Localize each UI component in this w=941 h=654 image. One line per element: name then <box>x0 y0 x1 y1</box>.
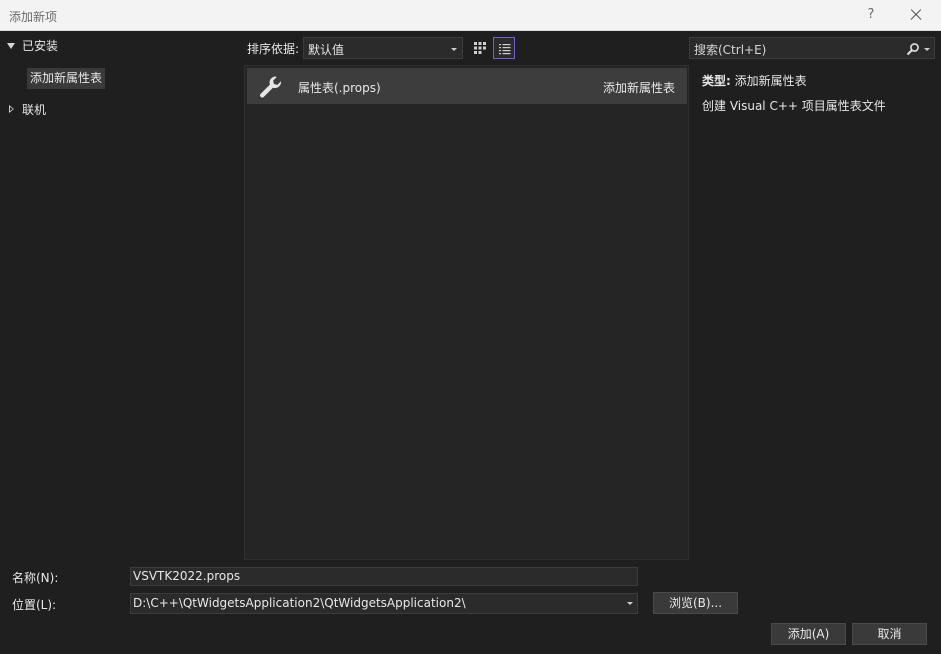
details-pane: 类型: 添加新属性表 创建 Visual C++ 项目属性表文件 <box>689 65 941 560</box>
tree-item-add-property-sheet[interactable]: 添加新属性表 <box>27 68 106 89</box>
name-label: 名称(N): <box>12 571 59 585</box>
name-value: VSVTK2022.props <box>133 569 241 583</box>
window-title: 添加新项 <box>9 10 58 24</box>
browse-button[interactable]: 浏览(B)... <box>653 592 738 614</box>
expand-arrow-icon[interactable] <box>6 41 16 51</box>
list-view-button[interactable] <box>493 37 515 59</box>
template-category: 添加新属性表 <box>602 81 675 95</box>
template-list: 属性表(.props) 添加新属性表 <box>244 65 689 560</box>
tree-item-online[interactable]: 联机 <box>22 99 46 121</box>
search-input[interactable]: 搜索(Ctrl+E) <box>689 37 935 59</box>
location-label: 位置(L): <box>12 598 57 612</box>
grid-view-icon <box>474 42 486 54</box>
tree-item-installed[interactable]: 已安装 <box>22 35 58 57</box>
list-view-icon <box>499 44 511 55</box>
sort-label: 排序依据: <box>247 42 300 56</box>
location-chevron-down-icon[interactable] <box>627 602 633 605</box>
form-area: 名称(N): VSVTK2022.props 位置(L): D:\C++\QtW… <box>0 560 941 654</box>
sort-value: 默认值 <box>308 43 345 57</box>
help-button[interactable]: ? <box>862 6 880 24</box>
title-bar: 添加新项 ? <box>0 0 941 31</box>
search-options-chevron-icon[interactable] <box>924 48 930 51</box>
location-field[interactable]: D:\C++\QtWidgetsApplication2\QtWidgetsAp… <box>130 593 638 614</box>
cancel-button[interactable]: 取消 <box>852 623 927 645</box>
template-name: 属性表(.props) <box>298 81 381 95</box>
location-value: D:\C++\QtWidgetsApplication2\QtWidgetsAp… <box>133 596 466 610</box>
wrench-icon <box>260 76 282 98</box>
type-label: 类型: <box>702 74 731 88</box>
chevron-down-icon <box>451 48 457 51</box>
close-icon[interactable] <box>905 5 927 25</box>
type-value: 添加新属性表 <box>734 74 807 88</box>
add-button[interactable]: 添加(A) <box>771 623 846 645</box>
template-description: 创建 Visual C++ 项目属性表文件 <box>702 99 886 113</box>
collapse-arrow-icon[interactable] <box>6 105 16 115</box>
name-field[interactable]: VSVTK2022.props <box>130 567 638 586</box>
sort-dropdown[interactable]: 默认值 <box>303 37 463 59</box>
search-icon[interactable] <box>906 42 920 56</box>
template-row[interactable]: 属性表(.props) 添加新属性表 <box>247 68 687 104</box>
search-placeholder: 搜索(Ctrl+E) <box>694 43 767 57</box>
grid-view-button[interactable] <box>469 37 491 59</box>
type-line: 类型: 添加新属性表 <box>702 72 807 89</box>
